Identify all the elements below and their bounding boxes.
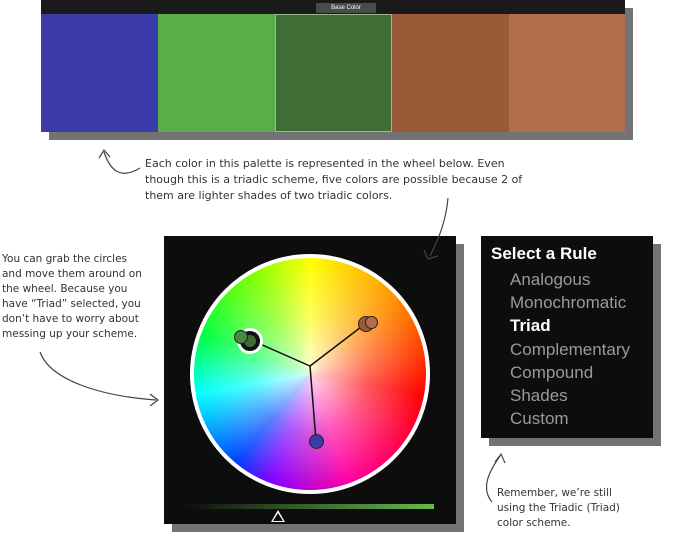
palette-header: Base Color	[41, 0, 625, 14]
rule-panel: Select a Rule Analogous Monochromatic Tr…	[481, 236, 653, 438]
rule-analogous[interactable]: Analogous	[510, 270, 590, 290]
brightness-slider[interactable]	[184, 504, 434, 509]
rule-triad[interactable]: Triad	[510, 316, 551, 336]
base-color-label: Base Color	[316, 3, 376, 13]
color-wheel-panel	[164, 236, 456, 524]
swatch-3-base[interactable]	[275, 14, 392, 132]
rule-panel-title: Select a Rule	[491, 244, 597, 263]
swatch-4[interactable]	[392, 14, 509, 132]
rule-monochromatic[interactable]: Monochromatic	[510, 293, 626, 313]
swatch-1[interactable]	[41, 14, 158, 132]
slider-thumb-icon[interactable]	[271, 510, 285, 522]
swatch-2[interactable]	[158, 14, 275, 132]
wheel-annotation: You can grab the circles and move them a…	[2, 253, 142, 340]
shade-handle-green[interactable]	[234, 330, 248, 344]
shade-handle-orange[interactable]	[365, 316, 378, 329]
swatch-5[interactable]	[509, 14, 625, 132]
rule-complementary[interactable]: Complementary	[510, 340, 630, 360]
palette-annotation: Each color in this palette is represente…	[145, 157, 523, 202]
triad-handle-blue[interactable]	[309, 434, 324, 449]
wheel-connector-lines	[250, 323, 366, 442]
rule-shades[interactable]: Shades	[510, 386, 568, 406]
rule-compound[interactable]: Compound	[510, 363, 593, 383]
rule-annotation: Remember, we’re still using the Triadic …	[497, 487, 620, 529]
rule-custom[interactable]: Custom	[510, 409, 569, 429]
color-palette: Base Color	[41, 0, 625, 132]
